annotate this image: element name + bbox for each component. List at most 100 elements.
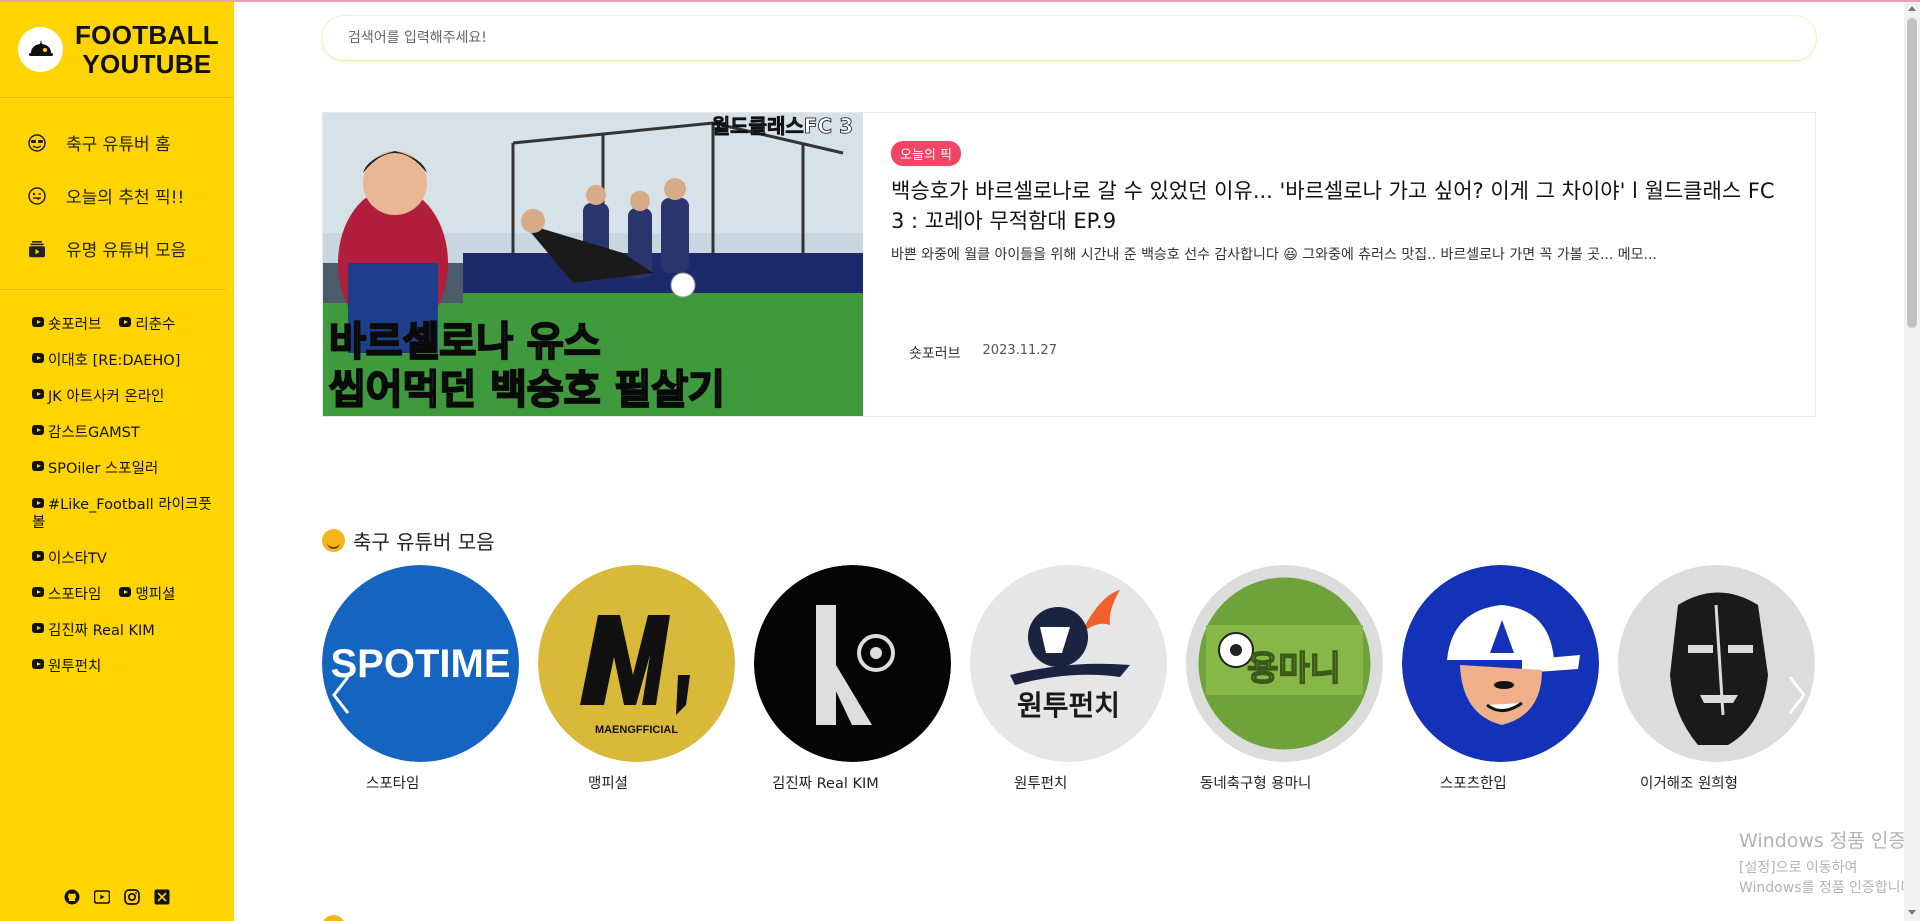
pick-date: 2023.11.27 xyxy=(982,343,1057,358)
smile-emoji-icon xyxy=(322,529,345,552)
nav-item-pick[interactable]: 오늘의 추천 픽!! xyxy=(0,169,226,222)
channel-link[interactable]: 스포타임 xyxy=(32,586,101,604)
channel-label: 이대호 [RE:DAEHO] xyxy=(48,353,181,369)
youtuber-card[interactable]: 김진짜 Real KIM xyxy=(754,565,951,793)
real-kim-logo-icon xyxy=(754,565,951,762)
youtube-icon xyxy=(32,317,44,327)
channel-link[interactable]: JK 아트사커 온라인 xyxy=(32,388,164,406)
main-content: 월드클래스FC 3 바르셀로나 유스 씹어먹던 백승호 필살기 오늘의 픽 백승… xyxy=(234,0,1920,921)
thumbnail-image: 월드클래스FC 3 바르셀로나 유스 씹어먹던 백승호 필살기 xyxy=(323,113,863,416)
today-pick-badge: 오늘의 픽 xyxy=(891,141,961,166)
channel-label: JK 아트사커 온라인 xyxy=(48,389,165,405)
channel-label: SPOiler 스포일러 xyxy=(48,461,159,477)
top-border xyxy=(0,0,1920,2)
brand-title: FOOTBALL YOUTUBE xyxy=(75,19,219,79)
youtuber-name: 동네축구형 용마니 xyxy=(1200,776,1312,792)
windows-note-title: Windows 정품 인증 xyxy=(1739,830,1906,852)
channel-list: 숏포러브 리춘수 이대호 [RE:DAEHO] JK 아트사커 온라인 감스트G… xyxy=(0,290,234,676)
pick-thumbnail[interactable]: 월드클래스FC 3 바르셀로나 유스 씹어먹던 백승호 필살기 xyxy=(323,113,863,416)
youtuber-card[interactable]: 용마니 동네축구형 용마니 xyxy=(1186,565,1383,793)
channel-link[interactable]: 원투펀치 xyxy=(32,658,101,676)
carousel-next-arrow[interactable] xyxy=(1784,673,1810,717)
youtube-icon xyxy=(32,389,44,399)
wonhee-logo-icon xyxy=(1618,565,1815,762)
section-emoji-icon xyxy=(322,915,345,921)
sports-hanip-logo-icon xyxy=(1402,565,1599,762)
channel-label: 맹피셜 xyxy=(135,587,176,603)
instagram-icon[interactable] xyxy=(124,888,141,905)
logo-text: MAENGFFICIAL xyxy=(595,724,678,736)
channel-label: 스포타임 xyxy=(48,587,102,603)
tongue-face-icon xyxy=(28,186,46,205)
channel-link[interactable]: SPOiler 스포일러 xyxy=(32,460,158,478)
youtuber-name: 원투펀치 xyxy=(1014,776,1068,792)
onetwopunch-logo-icon: 원투펀치 xyxy=(970,565,1167,762)
channel-link[interactable]: 이스타TV xyxy=(32,550,107,568)
channel-label: 숏포러브 xyxy=(48,317,102,333)
youtube-icon xyxy=(32,461,44,471)
youtube-icon xyxy=(119,587,132,597)
vertical-scrollbar[interactable] xyxy=(1904,0,1920,921)
nav-item-home[interactable]: 축구 유튜버 홈 xyxy=(0,116,226,169)
youtuber-card[interactable]: 원투펀치 원투펀치 xyxy=(970,565,1167,793)
video-stack-icon xyxy=(28,240,46,258)
maengfficial-logo-icon: MAENGFFICIAL xyxy=(538,565,735,762)
logo-icon xyxy=(18,27,63,72)
scroll-down-arrow[interactable] xyxy=(1908,910,1916,915)
nav-item-famous[interactable]: 유명 유튜버 모음 xyxy=(0,222,226,275)
thumbnail-line2: 씹어먹던 백승호 필살기 xyxy=(329,367,725,413)
search-input[interactable] xyxy=(348,30,1816,46)
youtube-icon xyxy=(32,551,44,561)
carousel-prev-arrow[interactable] xyxy=(328,673,354,717)
channel-label: 감스트GAMST xyxy=(48,425,140,441)
channel-label: 리춘수 xyxy=(135,317,176,333)
windows-activation-note: Windows 정품 인증 [설정]으로 이동하여 Windows를 정품 인증… xyxy=(1739,826,1920,897)
search-bar[interactable] xyxy=(322,16,1816,60)
channel-link[interactable]: 이대호 [RE:DAEHO] xyxy=(32,352,180,370)
youtuber-carousel: SPOTIME 스포타임 MAENGFFICIAL 맹피셜 김진짜 Real K… xyxy=(322,565,1816,795)
channel-label: 이스타TV xyxy=(48,551,107,567)
nav-item-label: 축구 유튜버 홈 xyxy=(66,135,171,155)
channel-link[interactable]: 숏포러브 xyxy=(32,316,101,334)
section-title: 축구 유튜버 모음 xyxy=(322,526,495,555)
pick-channel[interactable]: 숏포러브 xyxy=(909,343,961,363)
youtuber-card[interactable]: MAENGFFICIAL 맹피셜 xyxy=(538,565,735,793)
todays-pick-card[interactable]: 월드클래스FC 3 바르셀로나 유스 씹어먹던 백승호 필살기 오늘의 픽 백승… xyxy=(322,112,1816,417)
channel-link[interactable]: 감스트GAMST xyxy=(32,424,140,442)
x-icon[interactable] xyxy=(154,888,171,905)
youtuber-card[interactable]: 스포츠한입 xyxy=(1402,565,1599,793)
pick-meta: 숏포러브 2023.11.27 xyxy=(909,343,1057,363)
youtuber-name: 이거해조 원희형 xyxy=(1640,776,1738,792)
thumbnail-corner-text: 월드클래스FC 3 xyxy=(712,114,853,138)
channel-label: 김진짜 Real KIM xyxy=(48,623,155,639)
pick-description: 바쁜 와중에 월클 아이들을 위해 시간내 준 백승호 선수 감사합니다 😆 그… xyxy=(891,247,1657,263)
windows-note-sub: [설정]으로 이동하여 Windows를 정품 인증합니다. xyxy=(1739,860,1918,896)
channel-label: 원투펀치 xyxy=(48,659,102,675)
github-icon[interactable] xyxy=(64,888,81,905)
channel-link[interactable]: 리춘수 xyxy=(119,316,175,334)
youtube-icon xyxy=(32,425,44,435)
nav-item-label: 오늘의 추천 픽!! xyxy=(66,188,185,208)
brand-line1: FOOTBALL xyxy=(75,19,219,50)
channel-link[interactable]: 맹피셜 xyxy=(119,586,175,604)
scroll-thumb[interactable] xyxy=(1907,18,1917,328)
thumbnail-line1: 바르셀로나 유스 xyxy=(329,319,601,365)
yongmani-logo-icon: 용마니 xyxy=(1186,565,1383,762)
youtuber-name: 스포츠한입 xyxy=(1440,776,1507,792)
channel-link[interactable]: 김진짜 Real KIM xyxy=(32,622,155,640)
pick-info: 오늘의 픽 백승호가 바르셀로나로 갈 수 있었던 이유... '바르셀로나 가… xyxy=(863,113,1819,416)
youtuber-name: 스포타임 xyxy=(366,776,420,792)
channel-link[interactable]: #Like_Football 라이크풋볼 xyxy=(32,496,212,532)
youtube-icon[interactable] xyxy=(94,888,111,905)
youtube-icon xyxy=(32,498,44,508)
nav-item-label: 유명 유튜버 모음 xyxy=(66,241,187,261)
scroll-up-arrow[interactable] xyxy=(1908,6,1916,11)
sidebar: FOOTBALL YOUTUBE 축구 유튜버 홈 오늘의 추천 픽!! 유명 … xyxy=(0,0,234,921)
cool-face-icon xyxy=(28,133,46,152)
brand[interactable]: FOOTBALL YOUTUBE xyxy=(0,0,234,98)
logo-text: 용마니 xyxy=(1247,649,1341,689)
pick-title[interactable]: 백승호가 바르셀로나로 갈 수 있었던 이유... '바르셀로나 가고 싶어? … xyxy=(891,176,1791,236)
spotime-logo-icon: SPOTIME xyxy=(322,565,519,762)
youtube-icon xyxy=(32,587,44,597)
social-links xyxy=(0,888,234,905)
